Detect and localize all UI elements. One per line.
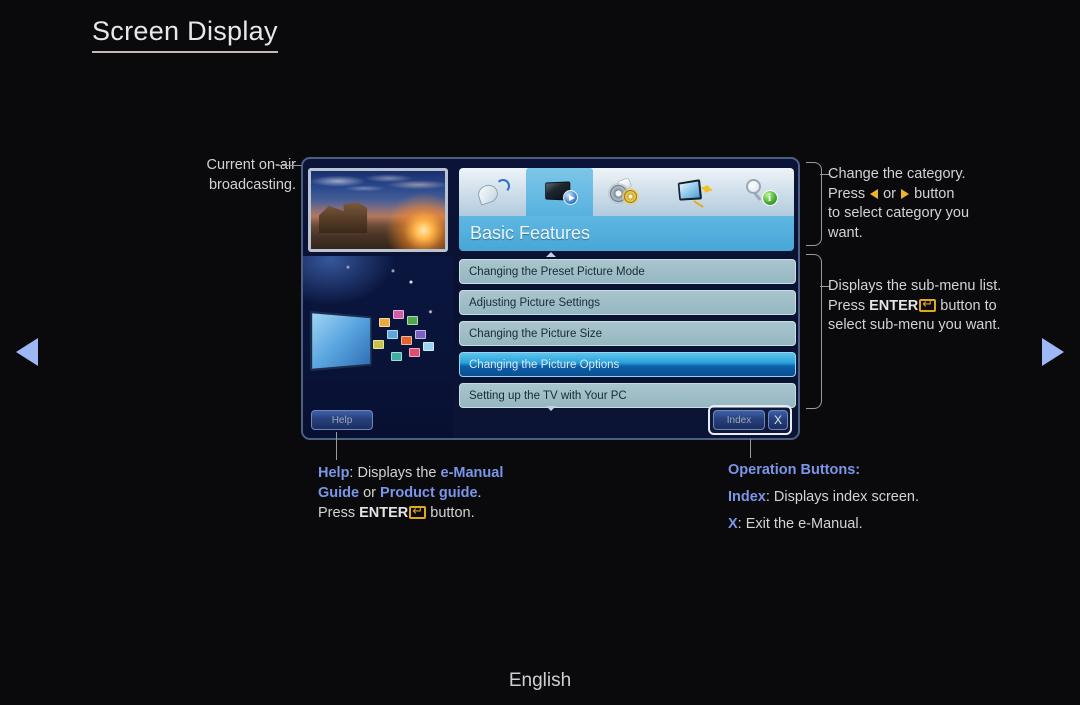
bracket-submenu xyxy=(806,254,822,409)
annotation-line: Change the category. xyxy=(828,165,1043,185)
category-tab-settings[interactable] xyxy=(593,168,660,216)
keyword-exit: X xyxy=(728,516,738,532)
annotation-line: Press ENTER button to xyxy=(828,297,1043,317)
keyword-product-guide: Product guide xyxy=(380,485,477,501)
tv-button-bar: Help Index X xyxy=(303,402,798,438)
illustration-app-icon xyxy=(401,336,412,345)
text-press: Press xyxy=(828,298,869,314)
keyword-index: Index xyxy=(728,489,766,505)
text-or: or xyxy=(359,485,380,501)
illustration-app-icon xyxy=(387,330,398,339)
arrow-left-icon xyxy=(870,189,878,199)
help-button[interactable]: Help xyxy=(311,410,373,430)
caption-line: X: Exit the e-Manual. xyxy=(728,514,1008,534)
page-title: Screen Display xyxy=(92,16,278,53)
annotation-current-broadcast: Current on-air broadcasting. xyxy=(166,156,296,195)
annotation-line: Press or button xyxy=(828,185,1043,205)
connector-line-help xyxy=(336,432,337,460)
on-air-broadcast-preview xyxy=(308,168,448,252)
submenu-item[interactable]: Changing the Preset Picture Mode xyxy=(459,259,796,284)
text-index-desc: : Displays index screen. xyxy=(766,489,919,505)
category-tab-support[interactable]: i xyxy=(727,168,794,216)
submenu-item[interactable]: Adjusting Picture Settings xyxy=(459,290,796,315)
magnifier-info-icon: i xyxy=(742,177,780,207)
satellite-dish-icon xyxy=(474,177,512,207)
text-period: . xyxy=(478,485,482,501)
text-exit-desc: : Exit the e-Manual. xyxy=(738,516,863,532)
gears-icon xyxy=(608,177,646,207)
caption-line: Index: Displays index screen. xyxy=(728,487,1008,507)
illustration-app-icon xyxy=(379,318,390,327)
text-displays: : Displays the xyxy=(349,465,440,481)
caption-help: Help: Displays the e-Manual Guide or Pro… xyxy=(318,463,578,523)
caption-line: Guide or Product guide. xyxy=(318,483,578,503)
screen-wand-icon xyxy=(675,177,713,207)
tv-emanual-screen: i Basic Features Changing the Preset Pic… xyxy=(301,157,800,440)
illustration-app-icon xyxy=(415,330,426,339)
category-tab-channel[interactable] xyxy=(459,168,526,216)
illustration-app-icon xyxy=(393,310,404,319)
text-enter: ENTER xyxy=(359,505,408,521)
caption-line: Help: Displays the e-Manual xyxy=(318,463,578,483)
annotation-line: want. xyxy=(828,224,1043,244)
annotation-change-category: Change the category. Press or button to … xyxy=(828,165,1043,243)
barn-silhouette xyxy=(319,202,381,233)
keyword-help: Help xyxy=(318,465,349,481)
category-tab-bar: i xyxy=(459,168,794,216)
category-title: Basic Features xyxy=(470,223,590,244)
annotation-line: to select category you xyxy=(828,204,1043,224)
caption-line: Press ENTER button. xyxy=(318,503,578,523)
next-page-arrow-icon[interactable] xyxy=(1042,338,1064,366)
submenu-item-selected[interactable]: Changing the Picture Options xyxy=(459,352,796,377)
annotation-line: Displays the sub-menu list. xyxy=(828,277,1043,297)
illustration-tv-icon xyxy=(310,311,372,371)
illustration-app-icon xyxy=(373,340,384,349)
enter-key-icon xyxy=(409,506,426,519)
illustration-app-icon xyxy=(391,352,402,361)
category-tab-advanced-features[interactable] xyxy=(660,168,727,216)
caret-up-icon[interactable] xyxy=(546,252,556,257)
text-button: button. xyxy=(426,505,474,521)
annotation-line: select sub-menu you want. xyxy=(828,316,1043,336)
text-press: Press xyxy=(318,505,359,521)
submenu-item[interactable]: Changing the Picture Size xyxy=(459,321,796,346)
connector-line-index xyxy=(750,439,751,458)
text-button: button xyxy=(910,186,954,202)
tv-left-column xyxy=(303,159,453,438)
previous-page-arrow-icon[interactable] xyxy=(16,338,38,366)
category-tab-picture[interactable] xyxy=(526,168,593,216)
annotation-displays-submenu: Displays the sub-menu list. Press ENTER … xyxy=(828,277,1043,336)
text-press: Press xyxy=(828,186,869,202)
index-exit-button-group: Index X xyxy=(708,405,792,435)
illustration-app-icon xyxy=(409,348,420,357)
illustration-app-icon xyxy=(423,342,434,351)
keyword-guide: Guide xyxy=(318,485,359,501)
illustration-app-icon xyxy=(407,316,418,325)
category-title-bar: Basic Features xyxy=(459,216,794,251)
connector-line-left xyxy=(276,165,302,166)
exit-button[interactable]: X xyxy=(768,410,788,430)
footer-language: English xyxy=(0,670,1080,692)
index-button[interactable]: Index xyxy=(713,410,765,430)
text-enter: ENTER xyxy=(869,298,918,314)
submenu-list: Changing the Preset Picture Mode Adjusti… xyxy=(459,259,796,414)
keyword-emanual: e-Manual xyxy=(441,465,504,481)
caption-operation-buttons: Operation Buttons: Index: Displays index… xyxy=(728,460,1008,534)
enter-key-icon xyxy=(919,299,936,312)
monitor-play-icon xyxy=(541,177,579,207)
caption-heading: Operation Buttons: xyxy=(728,460,1008,480)
text-button-to: button to xyxy=(936,298,996,314)
text-or: or xyxy=(879,186,900,202)
arrow-right-icon xyxy=(901,189,909,199)
